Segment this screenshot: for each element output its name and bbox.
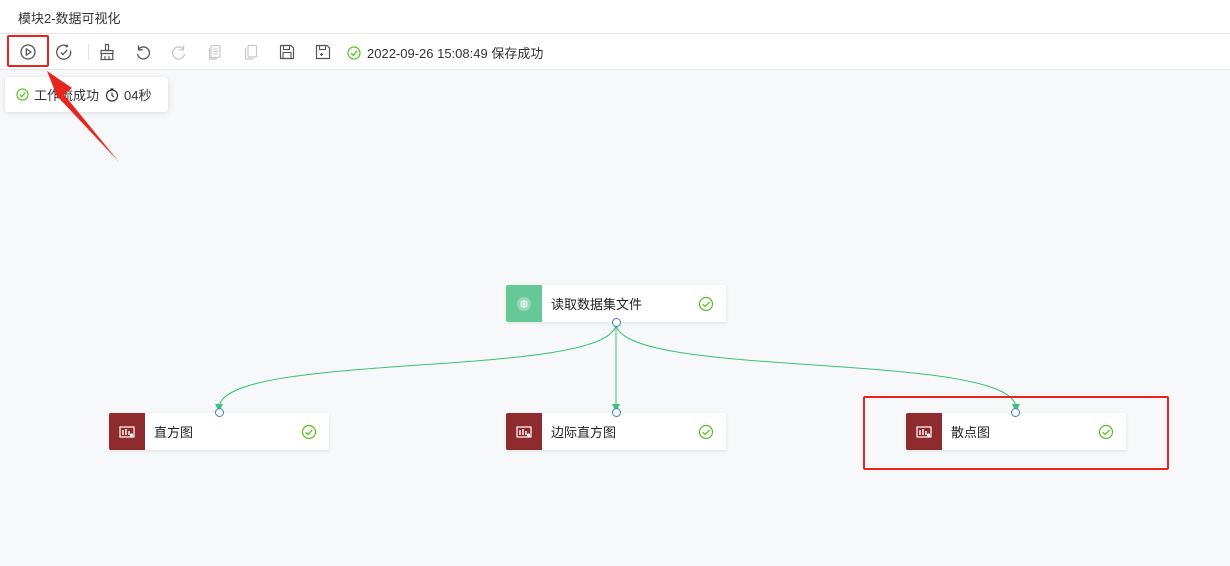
success-check-icon (698, 296, 714, 311)
node-label: 边际直方图 (551, 425, 617, 440)
input-port[interactable] (612, 408, 621, 417)
timer-icon (105, 87, 119, 102)
success-check-icon (301, 424, 317, 439)
node-label: 读取数据集文件 (551, 297, 643, 312)
undo-button[interactable] (131, 40, 155, 64)
chart-icon (109, 413, 145, 450)
output-port[interactable] (612, 318, 621, 327)
chart-icon (506, 413, 542, 450)
save-status-text: 2022-09-26 15:08:49 保存成功 (367, 46, 544, 61)
redo-button[interactable] (167, 40, 191, 64)
scatter-node-highlight (863, 396, 1169, 470)
save-as-icon (315, 44, 331, 60)
run-duration-text: 04秒 (124, 88, 152, 103)
save-status: 2022-09-26 15:08:49 保存成功 (347, 43, 543, 62)
node-label: 直方图 (154, 425, 194, 440)
input-port[interactable] (215, 408, 224, 417)
copy-button[interactable] (203, 40, 227, 64)
run-button-highlight (7, 35, 49, 67)
run-result-popup: 工作流成功 04秒 (5, 77, 168, 112)
run-status-text: 工作流成功 (34, 88, 100, 103)
success-check-icon (698, 424, 714, 439)
toolbar-divider (88, 44, 89, 60)
redo-icon (171, 45, 186, 60)
paste-button[interactable] (239, 40, 263, 64)
dataset-icon (506, 285, 542, 322)
success-check-icon (347, 45, 361, 60)
page-title: 模块2-数据可视化 (18, 11, 121, 26)
toolbar: 2022-09-26 15:08:49 保存成功 (0, 34, 1230, 70)
success-check-icon (16, 88, 29, 101)
brush-icon (100, 43, 114, 61)
paste-icon (244, 44, 258, 60)
undo-icon (136, 45, 151, 60)
node-read-dataset[interactable]: 读取数据集文件 (506, 285, 726, 322)
edge-to-histogram (215, 322, 617, 412)
title-bar: 模块2-数据可视化 (0, 0, 1230, 34)
save-button[interactable] (275, 40, 299, 64)
check-run-icon (56, 44, 72, 60)
node-histogram[interactable]: 直方图 (109, 413, 329, 450)
save-icon (279, 44, 295, 60)
save-as-button[interactable] (311, 40, 335, 64)
clear-button[interactable] (95, 40, 119, 64)
workflow-edges (47, 71, 1020, 412)
copy-icon (208, 44, 221, 60)
node-marginal-histogram[interactable]: 边际直方图 (506, 413, 726, 450)
check-run-button[interactable] (52, 40, 76, 64)
